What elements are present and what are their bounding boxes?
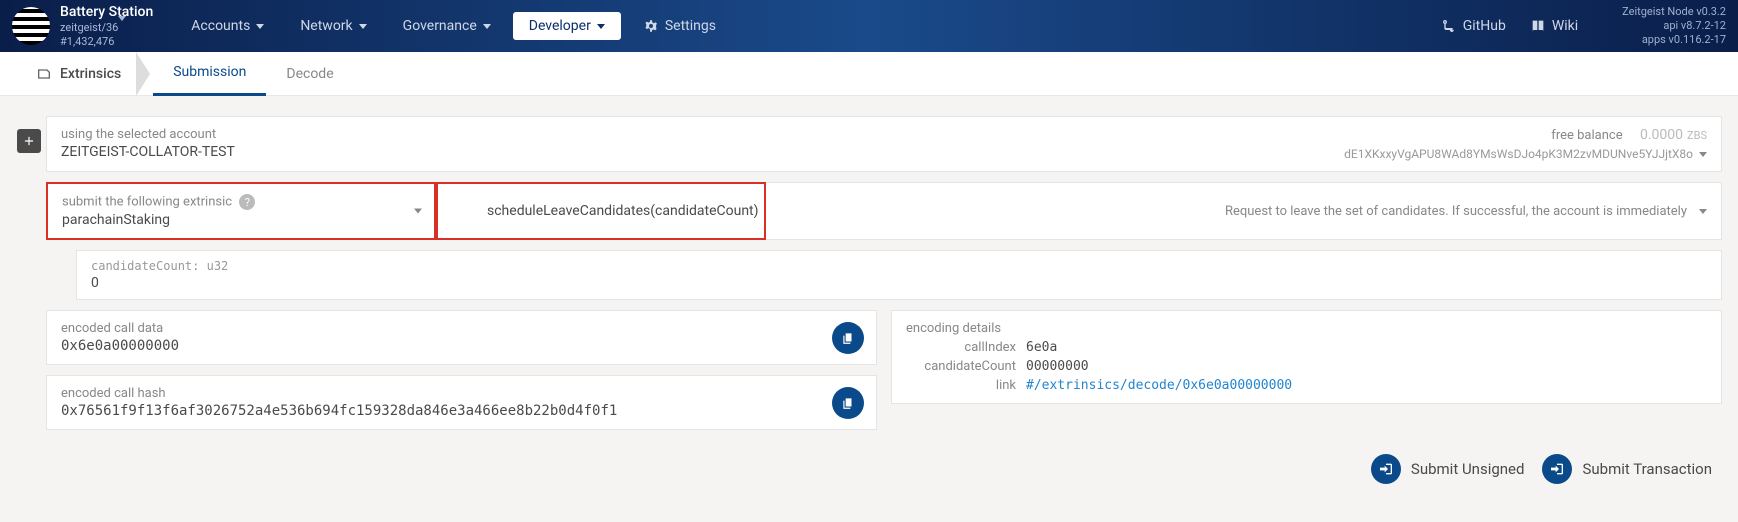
node-version: Zeitgeist Node v0.3.2 — [1622, 5, 1726, 19]
detail-key: link — [906, 378, 1016, 393]
method-selector[interactable]: scheduleLeaveCandidates(candidateCount) … — [436, 182, 1722, 240]
menu-network[interactable]: Network — [282, 10, 384, 42]
method-description: Request to leave the set of candidates. … — [1225, 204, 1687, 219]
chain-block-number: #1,432,476 — [60, 35, 153, 49]
pallet-name: parachainStaking — [62, 212, 420, 228]
method-name: scheduleLeaveCandidates(candidateCount) — [487, 203, 759, 219]
detail-value: 6e0a — [1026, 340, 1057, 355]
github-link[interactable]: GitHub — [1441, 18, 1506, 34]
sub-navigation: Extrinsics Submission Decode — [0, 52, 1738, 96]
menu-governance[interactable]: Governance — [385, 10, 509, 42]
add-account-button[interactable] — [17, 129, 41, 153]
copy-icon — [841, 396, 855, 410]
chevron-down-icon — [118, 16, 126, 34]
account-address: dE1XKxxyVgAPU8WAd8YMsWsDJo4pK3M2zvMDUNve… — [1344, 147, 1693, 161]
encoding-details-title: encoding details — [906, 321, 1707, 336]
sign-in-icon — [1371, 454, 1401, 484]
detail-row-candidatecount: candidateCount 00000000 — [906, 359, 1707, 374]
help-icon[interactable]: ? — [239, 194, 255, 210]
balance-unit: ZBS — [1687, 129, 1707, 142]
encoded-call-data-label: encoded call data — [61, 321, 862, 336]
detail-value: 00000000 — [1026, 359, 1089, 374]
tab-submission[interactable]: Submission — [153, 52, 266, 96]
account-label: using the selected account — [61, 127, 235, 142]
chevron-down-icon — [597, 24, 605, 29]
encoding-details-card: encoding details callIndex 6e0a candidat… — [891, 310, 1722, 404]
chevron-down-icon — [359, 24, 367, 29]
tab-decode[interactable]: Decode — [266, 52, 353, 96]
copy-call-data-button[interactable] — [832, 322, 864, 354]
action-buttons: Submit Unsigned Submit Transaction — [16, 454, 1722, 484]
chevron-down-icon — [414, 209, 422, 214]
balance-amount: 0.0000 — [1640, 127, 1683, 143]
version-info: Zeitgeist Node v0.3.2 api v8.7.2-12 apps… — [1622, 5, 1726, 48]
menu-accounts[interactable]: Accounts — [173, 10, 282, 42]
main-menu: Accounts Network Governance Developer Se… — [173, 10, 734, 42]
book-icon — [1530, 18, 1546, 34]
encoding-section: encoded call data 0x6e0a00000000 encoded… — [46, 310, 1722, 430]
page-title: Extrinsics — [0, 66, 137, 82]
copy-call-hash-button[interactable] — [832, 387, 864, 419]
encoded-call-hash-value: 0x76561f9f13f6af3026752a4e536b694fc15932… — [61, 403, 862, 419]
content-area: using the selected account ZEITGEIST-COL… — [0, 96, 1738, 504]
encoded-call-data-card: encoded call data 0x6e0a00000000 — [46, 310, 877, 365]
menu-developer[interactable]: Developer — [513, 12, 621, 40]
balance-info: free balance 0.0000 ZBS dE1XKxxyVgAPU8WAd… — [1344, 127, 1707, 161]
pallet-selector[interactable]: submit the following extrinsic ? paracha… — [46, 182, 436, 240]
param-candidate-count[interactable]: candidateCount: u32 0 — [76, 250, 1722, 300]
chain-sub: zeitgeist/36 — [60, 21, 153, 35]
encoded-call-hash-card: encoded call hash 0x76561f9f13f6af302675… — [46, 375, 877, 430]
parameter-section: candidateCount: u32 0 — [76, 250, 1722, 300]
param-value: 0 — [91, 275, 1707, 291]
extrinsic-label: submit the following extrinsic ? — [62, 194, 420, 210]
account-name: ZEITGEIST-COLLATOR-TEST — [61, 144, 235, 160]
extrinsic-selector-row: submit the following extrinsic ? paracha… — [46, 182, 1722, 240]
gear-icon — [643, 18, 659, 34]
api-version: api v8.7.2-12 — [1622, 19, 1726, 33]
submit-transaction-button[interactable]: Submit Transaction — [1542, 454, 1712, 484]
menu-settings[interactable]: Settings — [625, 10, 734, 42]
account-selector-card[interactable]: using the selected account ZEITGEIST-COL… — [46, 116, 1722, 172]
chevron-down-icon — [256, 24, 264, 29]
wiki-link[interactable]: Wiki — [1530, 18, 1578, 34]
chevron-down-icon — [1699, 152, 1707, 157]
detail-row-callindex: callIndex 6e0a — [906, 340, 1707, 355]
account-info: using the selected account ZEITGEIST-COL… — [61, 127, 235, 160]
chain-name: Battery Station — [60, 3, 153, 21]
chain-selector[interactable]: Battery Station zeitgeist/36 #1,432,476 — [60, 3, 153, 50]
code-branch-icon — [1441, 18, 1457, 34]
param-label: candidateCount: u32 — [91, 259, 1707, 273]
encoded-call-data-value: 0x6e0a00000000 — [61, 338, 862, 354]
apps-version: apps v0.116.2-17 — [1622, 33, 1726, 47]
sign-in-icon — [1542, 454, 1572, 484]
top-right-links: GitHub Wiki Zeitgeist Node v0.3.2 api v8… — [1441, 5, 1726, 48]
detail-row-link: link #/extrinsics/decode/0x6e0a00000000 — [906, 378, 1707, 393]
chevron-down-icon — [1699, 209, 1707, 214]
chain-logo — [12, 7, 50, 45]
extrinsics-icon — [36, 66, 52, 82]
chevron-down-icon — [483, 24, 491, 29]
detail-key: candidateCount — [906, 359, 1016, 374]
encoded-call-hash-label: encoded call hash — [61, 386, 862, 401]
copy-icon — [841, 331, 855, 345]
plus-icon — [22, 134, 36, 148]
breadcrumb-separator — [137, 52, 151, 96]
top-navigation-bar: Battery Station zeitgeist/36 #1,432,476 … — [0, 0, 1738, 52]
submit-unsigned-button[interactable]: Submit Unsigned — [1371, 454, 1525, 484]
detail-key: callIndex — [906, 340, 1016, 355]
decode-link[interactable]: #/extrinsics/decode/0x6e0a00000000 — [1026, 378, 1292, 393]
balance-label: free balance — [1551, 128, 1622, 143]
